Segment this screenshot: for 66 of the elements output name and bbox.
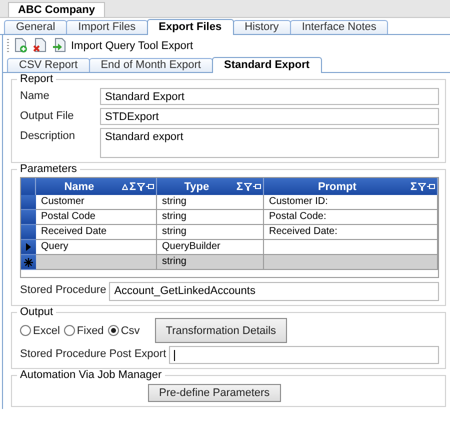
- tab[interactable]: History: [232, 20, 291, 34]
- filter-icon[interactable]: [244, 182, 252, 190]
- transformation-details-button[interactable]: Transformation Details: [154, 318, 288, 343]
- tab[interactable]: End of Month Export: [88, 58, 213, 72]
- field-label: Name: [20, 89, 50, 102]
- pre-define-parameters-button[interactable]: Pre-define Parameters: [148, 384, 281, 402]
- document-tab[interactable]: ABC Company: [8, 2, 106, 17]
- add-document-icon[interactable]: [14, 38, 28, 53]
- input-field[interactable]: Standard Export: [100, 88, 439, 105]
- table-cell: Customer ID:: [264, 195, 438, 210]
- table-cell: Customer: [36, 195, 157, 210]
- import-document-icon[interactable]: [52, 38, 66, 53]
- tab[interactable]: Import Files: [66, 20, 148, 34]
- radio-button[interactable]: [20, 325, 31, 336]
- table-cell: string: [157, 195, 264, 210]
- new-row-icon: [24, 258, 33, 266]
- row-header-corner: [21, 178, 36, 195]
- radio-button[interactable]: [108, 325, 119, 336]
- column-title: Prompt: [316, 180, 358, 192]
- tab[interactable]: Export Files: [146, 19, 234, 35]
- input-field[interactable]: Account_GetLinkedAccounts: [109, 282, 439, 301]
- row-selector[interactable]: [21, 240, 36, 255]
- group-title: Automation Via Job Manager: [19, 369, 163, 381]
- delete-document-icon[interactable]: [33, 38, 47, 53]
- toolbar-label[interactable]: Import Query Tool Export: [71, 40, 194, 52]
- pin-icon[interactable]: [253, 183, 261, 190]
- summary-icon[interactable]: Σ: [129, 180, 136, 192]
- pin-icon[interactable]: [146, 183, 154, 190]
- table-cell: string: [157, 210, 264, 225]
- field-label: Stored Procedure Post Export: [20, 347, 168, 360]
- table-cell: string: [157, 255, 264, 270]
- sort-icon[interactable]: [122, 184, 128, 190]
- column-header[interactable]: Type Σ: [157, 178, 264, 195]
- group-title: Report: [19, 73, 54, 85]
- tab[interactable]: CSV Report: [7, 58, 90, 72]
- column-title: Name: [63, 180, 96, 192]
- row-selector[interactable]: [21, 255, 36, 270]
- radio-button[interactable]: [64, 325, 75, 336]
- summary-icon[interactable]: Σ: [236, 180, 243, 192]
- column-title: Type: [183, 180, 210, 192]
- group-title: Parameters: [19, 163, 78, 175]
- table-cell: string: [157, 225, 264, 240]
- group-title: Output: [19, 306, 54, 318]
- table-cell: Postal Code: [36, 210, 157, 225]
- table-cell: Received Date:: [264, 225, 438, 240]
- tab[interactable]: Interface Notes: [290, 20, 388, 34]
- tab[interactable]: Standard Export: [212, 57, 322, 73]
- input-field[interactable]: STDExport: [100, 108, 439, 125]
- radio-label: Csv: [120, 324, 140, 336]
- filter-icon[interactable]: [418, 182, 426, 190]
- field-label: Stored Procedure: [20, 283, 108, 296]
- filter-icon[interactable]: [137, 182, 145, 190]
- table-cell: Received Date: [36, 225, 157, 240]
- summary-icon[interactable]: Σ: [410, 180, 417, 192]
- table-cell: Postal Code:: [264, 210, 438, 225]
- input-field[interactable]: [169, 346, 439, 364]
- field-label: Output File: [20, 109, 75, 122]
- current-row-icon: [26, 243, 31, 251]
- radio-label: Fixed: [76, 324, 104, 336]
- input-field[interactable]: Standard export: [100, 128, 439, 158]
- pin-icon[interactable]: [427, 183, 435, 190]
- field-label: Description: [20, 129, 76, 142]
- column-header[interactable]: Name Σ: [36, 178, 157, 195]
- column-header[interactable]: Prompt Σ: [264, 178, 438, 195]
- radio-label: Excel: [33, 324, 60, 336]
- tab[interactable]: General: [4, 20, 68, 34]
